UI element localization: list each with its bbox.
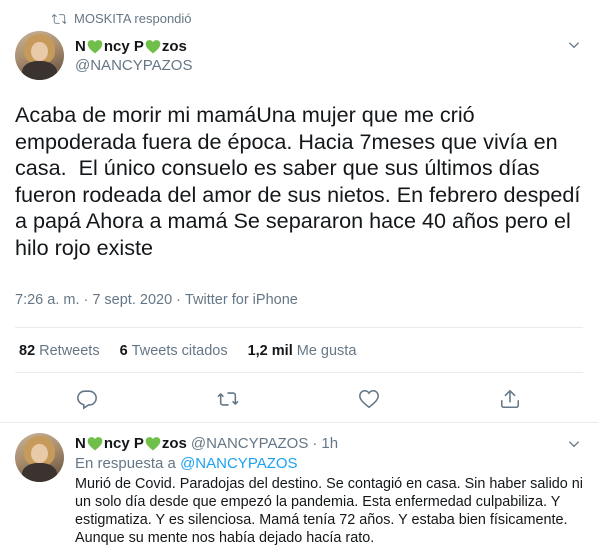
- reply-context: En respuesta a @NANCYPAZOS: [75, 455, 585, 472]
- quotes-label: Tweets citados: [131, 343, 228, 359]
- retweet-button[interactable]: [217, 388, 239, 410]
- reply-tweet[interactable]: N ncy P zos @NANCYPAZOS · 1h En respuest…: [75, 435, 585, 547]
- share-button[interactable]: [499, 388, 521, 410]
- author-name-part1: N: [75, 38, 86, 55]
- author-name-part2: ncy P: [103, 38, 144, 55]
- author-name[interactable]: N ncy P zos: [75, 38, 187, 56]
- retweets-count: 82: [19, 343, 36, 359]
- reply-header: N ncy P zos @NANCYPAZOS · 1h: [75, 435, 585, 452]
- divider: [15, 327, 583, 328]
- tweet-text: Acaba de morir mi mamáUna mujer que me c…: [15, 102, 587, 260]
- reply-avatar[interactable]: [15, 433, 64, 482]
- meta-separator: ·: [176, 292, 181, 308]
- reply-to-handle-link[interactable]: @NANCYPAZOS: [180, 455, 297, 472]
- avatar[interactable]: [15, 31, 64, 80]
- divider: [0, 422, 598, 423]
- quotes-count: 6: [119, 343, 128, 359]
- retweet-context-label: MOSKITA respondió: [74, 11, 192, 26]
- likes-stat[interactable]: 1,2 mil Me gusta: [248, 343, 357, 359]
- retweets-stat[interactable]: 82 Retweets: [19, 343, 100, 359]
- retweet-icon: [52, 13, 66, 24]
- tweet-time[interactable]: 7:26 a. m.: [15, 292, 79, 308]
- tweet-meta: 7:26 a. m. · 7 sept. 2020 · Twitter for …: [15, 292, 298, 308]
- tweet-source[interactable]: Twitter for iPhone: [185, 292, 298, 308]
- reply-author-name-part1: N: [75, 435, 86, 452]
- retweet-context: MOSKITA respondió: [52, 11, 192, 26]
- author-name-part3: zos: [161, 38, 187, 55]
- author-handle[interactable]: @NANCYPAZOS: [75, 57, 192, 74]
- chevron-down-icon[interactable]: [567, 38, 581, 52]
- heart-emoji-icon: [87, 40, 103, 54]
- divider: [15, 372, 583, 373]
- reply-author-name[interactable]: N ncy P zos: [75, 435, 187, 452]
- reply-text: Murió de Covid. Paradojas del destino. S…: [75, 476, 583, 546]
- heart-emoji-icon: [145, 40, 161, 54]
- like-icon: [359, 389, 379, 409]
- quotes-stat[interactable]: 6 Tweets citados: [120, 343, 228, 359]
- reply-author-handle[interactable]: @NANCYPAZOS: [191, 435, 308, 452]
- reply-time[interactable]: 1h: [321, 435, 338, 452]
- heart-emoji-icon: [87, 437, 103, 451]
- reply-to-prefix: En respuesta a: [75, 455, 176, 472]
- retweets-label: Retweets: [39, 343, 100, 359]
- reply-button[interactable]: [76, 388, 98, 410]
- reply-author-name-part3: zos: [161, 435, 187, 452]
- likes-count: 1,2 mil: [247, 343, 293, 359]
- heart-emoji-icon: [145, 437, 161, 451]
- tweet-actions: [0, 388, 598, 412]
- reply-author-name-part2: ncy P: [103, 435, 144, 452]
- share-icon: [500, 389, 520, 409]
- tweet-date[interactable]: 7 sept. 2020: [92, 292, 172, 308]
- retweet-action-icon: [217, 392, 239, 406]
- like-button[interactable]: [358, 388, 380, 410]
- tweet-stats: 82 Retweets 6 Tweets citados 1,2 mil Me gus…: [19, 343, 376, 359]
- reply-icon: [77, 390, 97, 410]
- reply-separator: ·: [312, 435, 318, 452]
- likes-label: Me gusta: [296, 343, 357, 359]
- meta-separator: ·: [83, 292, 89, 308]
